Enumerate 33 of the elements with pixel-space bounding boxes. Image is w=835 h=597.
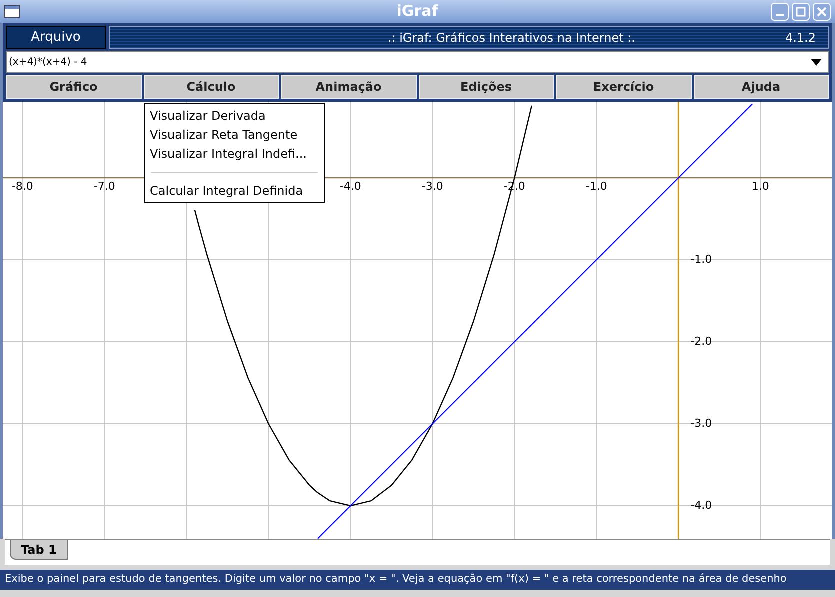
close-button[interactable] [813, 2, 831, 21]
tick-label: -1.0 [586, 180, 608, 194]
toolbar-button[interactable]: Ajuda [694, 75, 829, 100]
tick-label: -4.0 [340, 180, 362, 194]
tick-label: -8.0 [12, 180, 34, 194]
minimize-button[interactable] [771, 2, 789, 21]
tick-label: -4.0 [690, 499, 712, 512]
tick-label: -3.0 [690, 417, 712, 430]
toolbar-button[interactable]: Gráfico [6, 75, 142, 100]
menu-item[interactable]: Visualizar Derivada [145, 106, 324, 125]
version-label: 4.1.2 [785, 30, 816, 47]
function-combo-box[interactable]: (x+4)*(x+4) - 4 [6, 51, 829, 74]
tab[interactable]: Tab 1 [10, 540, 68, 560]
tick-label: -7.0 [94, 180, 116, 194]
tick-label: 1.0 [752, 180, 770, 194]
status-bar: Exibe o painel para estudo de tangentes. Digite um valor no campo "x = ". Veja a equação em "f(x) = " e a reta correspondente na área de desenho [0, 570, 835, 590]
banner-title: .: iGraf: Gráficos Interativos na Internet :. [388, 30, 636, 47]
tick-label: -1.0 [690, 253, 712, 266]
toolbar-button[interactable]: Edições [418, 75, 554, 100]
tick-label: -3.0 [422, 180, 444, 194]
menu-item[interactable]: Visualizar Reta Tangente [145, 125, 324, 144]
toolbar-button[interactable]: Animação [281, 75, 416, 100]
function-field[interactable]: (x+4)*(x+4) - 4 [7, 54, 805, 70]
menu-item[interactable]: Calcular Integral Definida [145, 181, 324, 200]
tick-label: -2.0 [690, 335, 712, 348]
toolbar-button[interactable]: Exercício [556, 75, 692, 100]
window-icon [4, 5, 20, 18]
window-title: iGraf [396, 1, 438, 22]
file-menu[interactable]: Arquivo [6, 26, 106, 50]
menu-item[interactable]: Visualizar Integral Indefi... [145, 144, 324, 163]
maximize-button[interactable] [792, 2, 810, 21]
toolbar-button[interactable]: Cálculo [144, 75, 279, 100]
dropdown-arrow-icon[interactable] [811, 58, 822, 66]
